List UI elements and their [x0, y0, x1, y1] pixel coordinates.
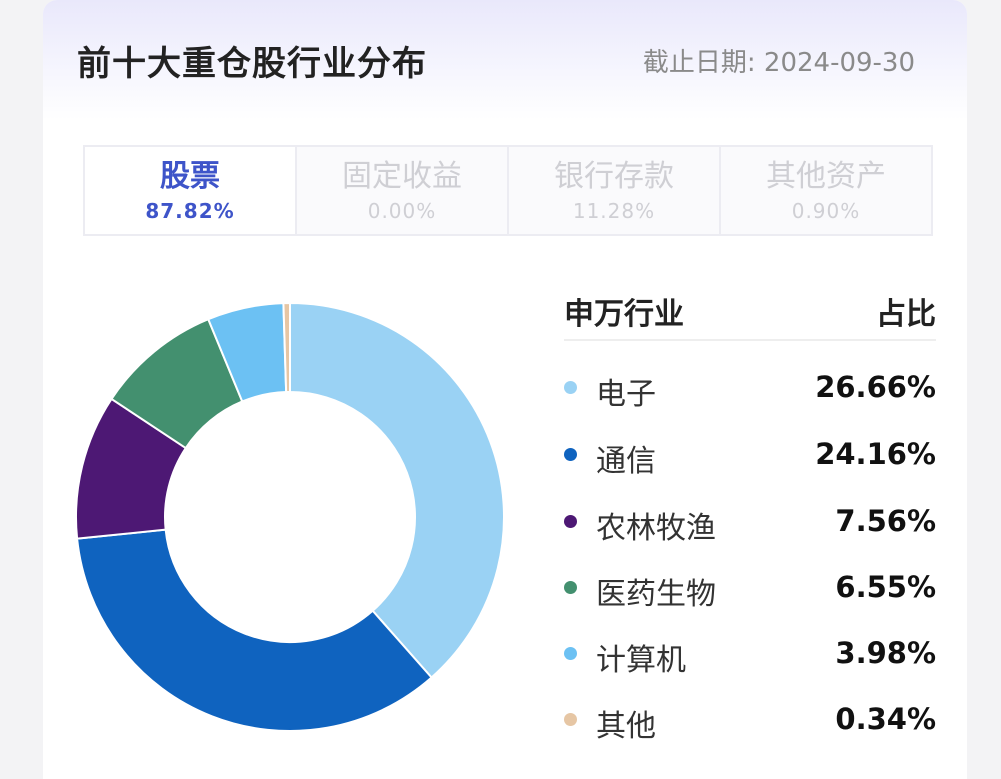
slice-electronics[interactable] [289, 301, 505, 679]
legend-label: 其他 [596, 709, 656, 744]
legend-row: 农林牧渔 7.56% [564, 497, 936, 547]
legend-value: 26.66% [815, 370, 936, 404]
donut-chart [75, 301, 505, 732]
legend-row: 通信 24.16% [564, 430, 936, 480]
tab-stocks[interactable]: 股票 87.82% [85, 147, 297, 234]
legend-label: 农林牧渔 [596, 511, 716, 546]
legend-row: 电子 26.66% [564, 363, 936, 413]
as-of-date: 截止日期: 2024-09-30 [642, 48, 915, 78]
legend-header: 申万行业 占比 [564, 283, 936, 341]
legend-label: 计算机 [596, 643, 686, 678]
slice-telecom[interactable] [76, 528, 433, 732]
card-title: 前十大重仓股行业分布 [77, 44, 427, 84]
legend-dot [564, 713, 577, 726]
tab-other-assets[interactable]: 其他资产 0.90% [721, 147, 931, 234]
legend-row: 医药生物 6.55% [564, 563, 936, 613]
legend-value: 24.16% [815, 437, 936, 471]
legend-row: 计算机 3.98% [564, 629, 936, 679]
tab-percent: 0.90% [791, 198, 861, 223]
legend-value: 7.56% [835, 504, 936, 538]
legend-label: 电子 [596, 377, 656, 412]
legend-industry-header: 申万行业 [564, 297, 684, 332]
tab-percent: 11.28% [572, 198, 656, 223]
legend-dot [564, 515, 577, 528]
legend-dot [564, 448, 577, 461]
tab-label: 固定收益 [342, 158, 462, 194]
asset-type-tabs: 股票 87.82% 固定收益 0.00% 银行存款 11.28% 其他资产 0.… [83, 145, 933, 236]
legend-dot [564, 647, 577, 660]
tab-label: 股票 [160, 158, 220, 194]
legend-dot [564, 381, 577, 394]
legend-label: 通信 [596, 444, 656, 479]
legend-value: 6.55% [835, 570, 936, 604]
tab-bank-deposits[interactable]: 银行存款 11.28% [509, 147, 721, 234]
tab-label: 其他资产 [766, 158, 886, 194]
legend-label: 医药生物 [596, 577, 716, 612]
legend-dot [564, 581, 577, 594]
legend-ratio-header: 占比 [876, 297, 936, 332]
tab-label: 银行存款 [554, 158, 674, 194]
tab-percent: 0.00% [367, 198, 437, 223]
tab-percent: 87.82% [145, 198, 235, 223]
legend-value: 3.98% [835, 636, 936, 670]
card-header: 前十大重仓股行业分布 截止日期: 2024-09-30 [43, 0, 967, 120]
legend-value: 0.34% [835, 702, 936, 736]
industry-distribution-card: 前十大重仓股行业分布 截止日期: 2024-09-30 股票 87.82% 固定… [43, 0, 967, 779]
legend-row: 其他 0.34% [564, 695, 936, 745]
tab-fixed-income[interactable]: 固定收益 0.00% [297, 147, 509, 234]
